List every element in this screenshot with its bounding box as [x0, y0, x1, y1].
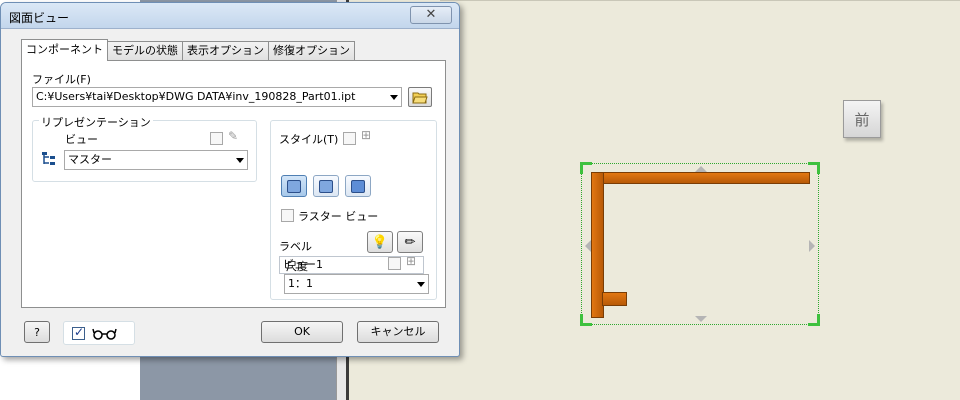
associative-checkbox[interactable] [210, 132, 223, 145]
preview-checkbox[interactable] [72, 325, 85, 340]
label-caption: ラベル [279, 240, 312, 253]
label-visibility-button[interactable]: 💡 [367, 231, 393, 253]
preview-toggle-group [63, 321, 135, 345]
help-icon: ? [34, 325, 40, 339]
bulb-icon: 💡 [371, 234, 389, 250]
raster-view-checkbox[interactable] [281, 209, 294, 222]
scale-value: 1：1 [288, 277, 313, 290]
file-combobox[interactable]: C:¥Users¥tai¥Desktop¥DWG DATA¥inv_190828… [32, 87, 402, 107]
pencil-icon: ✏ [404, 234, 416, 250]
view-rep-combobox[interactable]: マスター [64, 150, 248, 170]
hidden-line-removed-button[interactable] [313, 175, 339, 197]
part-horizontal-member [591, 172, 810, 184]
hierarchy-icon [42, 152, 55, 165]
drawing-view-preview[interactable] [580, 162, 820, 326]
chevron-down-icon[interactable] [417, 282, 425, 287]
scale-combobox[interactable]: 1：1 [284, 274, 429, 294]
viewcube-front-face[interactable]: 前 [843, 100, 881, 138]
arrow-right-icon[interactable] [809, 240, 815, 252]
dimmed-scale-icon: ⊞ [406, 254, 417, 268]
dialog-titlebar[interactable]: 図面ビュー ✕ [1, 3, 459, 29]
dialog-title: 図面ビュー [9, 11, 70, 25]
corner-handle-br[interactable] [808, 314, 820, 326]
shaded-button[interactable] [345, 175, 371, 197]
representation-group: リプレゼンテーション ビュー ✎ マスター [32, 114, 257, 182]
cancel-button[interactable]: キャンセル [357, 321, 439, 343]
chevron-down-icon[interactable] [236, 158, 244, 163]
hidden-line-button[interactable] [281, 175, 307, 197]
tab-model-state[interactable]: モデルの状態 [107, 41, 183, 61]
file-path-value: C:¥Users¥tai¥Desktop¥DWG DATA¥inv_190828… [36, 90, 356, 103]
tab-display-options[interactable]: 表示オプション [182, 41, 269, 61]
style-label: スタイル(T) [279, 133, 339, 146]
link-icon: ✎ [228, 129, 239, 143]
shaded-icon [351, 179, 365, 193]
ok-button[interactable]: OK [261, 321, 343, 343]
dialog-client: コンポーネント モデルの状態 表示オプション 修復オプション ファイル(F) C… [5, 31, 455, 352]
drawing-view-dialog: 図面ビュー ✕ コンポーネント モデルの状態 表示オプション 修復オプション フ… [0, 2, 460, 357]
scale-label: 尺度 [286, 260, 308, 273]
style-from-base-checkbox[interactable] [343, 132, 356, 145]
close-button[interactable]: ✕ [410, 6, 452, 24]
hidden-line-removed-icon [319, 179, 333, 193]
file-label: ファイル(F) [32, 73, 91, 86]
hidden-line-icon [287, 179, 301, 193]
arrow-down-icon[interactable] [695, 316, 707, 322]
scale-from-base-checkbox[interactable] [388, 257, 401, 270]
tab-strip: コンポーネント モデルの状態 表示オプション 修復オプション [21, 39, 355, 61]
tab-component[interactable]: コンポーネント [21, 39, 108, 61]
sheet-border [440, 0, 960, 6]
view-rep-value: マスター [68, 153, 112, 166]
help-button[interactable]: ? [24, 321, 50, 343]
raster-view-label: ラスター ビュー [298, 210, 379, 223]
open-file-button[interactable] [408, 87, 432, 107]
tab-recovery-options[interactable]: 修復オプション [268, 41, 355, 61]
part-foot [602, 292, 627, 306]
representation-group-title: リプレゼンテーション [39, 114, 153, 130]
chevron-down-icon[interactable] [390, 95, 398, 100]
component-tab-panel: ファイル(F) C:¥Users¥tai¥Desktop¥DWG DATA¥in… [21, 60, 446, 308]
edit-label-button[interactable]: ✏ [397, 231, 423, 253]
folder-open-icon [412, 92, 428, 103]
viewcube-label: 前 [854, 110, 870, 129]
glasses-icon [92, 328, 117, 340]
view-rep-label: ビュー [65, 133, 98, 146]
dimmed-link-icon: ⊞ [361, 128, 372, 142]
